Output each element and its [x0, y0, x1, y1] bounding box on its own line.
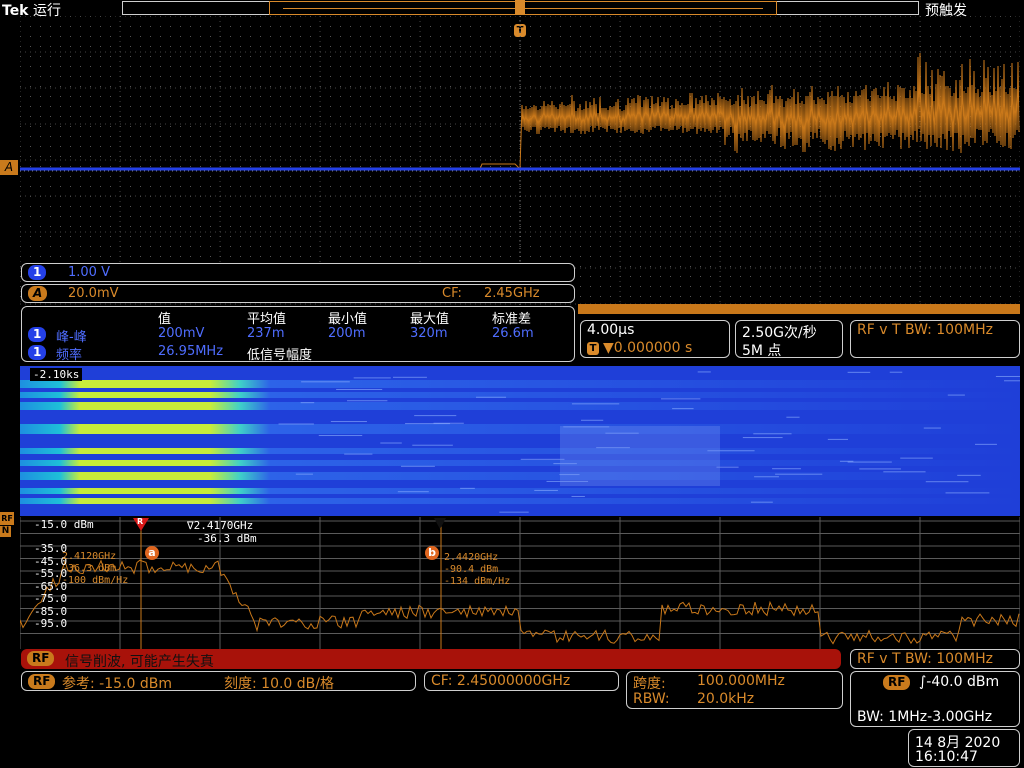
marker-a-level: -36.3 dBm: [62, 563, 117, 574]
ch1-badge: 1: [28, 265, 47, 280]
marker-b-readout: 2.4420GHz -90.4 dBm -134 dBm/Hz: [444, 552, 510, 588]
y-tick-label: -95.0: [34, 617, 68, 630]
spectrogram[interactable]: [20, 366, 1020, 516]
trigger-delay: ▼0.000000 s: [603, 340, 693, 356]
meas2-value: 26.95MHz: [158, 344, 224, 359]
date-time[interactable]: 14 8月 2020 16:10:47: [908, 729, 1020, 767]
y-tick-label: -85.0: [34, 604, 68, 618]
meas-header-max: 最大值: [410, 312, 450, 327]
rf-bw-readout[interactable]: RF v T BW: 100MHz: [850, 649, 1020, 669]
scale-readout: 刻度: 10.0 dB/格: [224, 676, 334, 692]
ref-marker-letter: R: [137, 517, 144, 526]
spectrogram-burst: [560, 426, 720, 486]
marker-a-readout: 2.4120GHz -36.3 dBm -100 dBm/Hz: [62, 551, 128, 587]
record-length: 5M 点: [742, 343, 782, 359]
trigger-rf-badge: RF: [883, 675, 911, 690]
rf-time-bw: RF v T BW: 100MHz: [857, 322, 993, 338]
meas2-note: 低信号幅度: [247, 348, 313, 363]
span-label: 跨度:: [633, 676, 666, 692]
horizontal-scale: 4.00µs: [587, 322, 635, 338]
ch1-scale: 1.00 V: [68, 265, 110, 280]
meas1-value: 200mV: [158, 326, 205, 341]
marker-b-icon[interactable]: b: [425, 546, 439, 560]
meas2-ch-badge: 1: [28, 345, 47, 360]
marker-b-level: -90.4 dBm: [444, 564, 499, 575]
clipping-warning[interactable]: RF 信号削波, 可能产生失真: [21, 649, 841, 670]
marker-a-icon[interactable]: a: [145, 546, 159, 560]
marker-b-density: -134 dBm/Hz: [444, 576, 511, 587]
meas2-name: 频率: [56, 348, 83, 363]
trigger-bandwidth: BW: 1MHz-3.00GHz: [857, 709, 993, 725]
trigger-readout[interactable]: RF ∫-40.0 dBm BW: 1MHz-3.00GHz: [850, 671, 1020, 727]
ref2-freq: ∇2.4170GHz: [187, 519, 254, 532]
marker-a-freq: 2.4120GHz: [62, 551, 117, 562]
trigger-position-icon[interactable]: [515, 0, 525, 14]
meas1-ch-badge: 1: [28, 327, 47, 342]
span-value: 100.000MHz: [697, 673, 785, 689]
ref2-level: -36.3 dBm: [197, 532, 257, 545]
meas1-min: 200m: [328, 326, 366, 341]
marker-a-density: -100 dBm/Hz: [62, 575, 129, 586]
ref-rf-badge: RF: [28, 674, 56, 689]
math-readout[interactable]: A 20.0mV CF: 2.45GHz: [21, 284, 575, 303]
math-channel-marker[interactable]: A: [0, 160, 18, 175]
center-marker-icon: [434, 518, 446, 529]
ch1-readout[interactable]: 1 1.00 V: [21, 263, 575, 282]
meas-header-value: 值: [158, 312, 172, 327]
rbw-value: 20.0kHz: [697, 691, 755, 707]
warning-rf-badge: RF: [27, 651, 55, 666]
meas-header-min: 最小值: [328, 312, 368, 327]
meas1-name: 峰-峰: [56, 330, 87, 345]
center-frequency: CF: 2.45000000GHz: [431, 673, 571, 689]
meas1-std: 26.6m: [492, 326, 534, 341]
y-tick-label: -75.0: [34, 592, 68, 605]
sample-rate: 2.50G次/秒: [742, 325, 817, 341]
trigger-delay-icon: T: [587, 342, 599, 355]
meas-header-std: 标准差: [492, 312, 532, 327]
center-frequency-readout[interactable]: CF: 2.45000000GHz: [424, 671, 619, 691]
rf-marker-icon[interactable]: RF: [0, 512, 14, 525]
math-cf-label: CF:: [442, 286, 462, 301]
rf-time-bar: [578, 304, 1020, 314]
math-cf-value: 2.45GHz: [484, 286, 540, 301]
trigger-level: ∫-40.0 dBm: [919, 674, 1000, 690]
ref-level: -15.0 dBm: [34, 518, 94, 531]
math-scale: 20.0mV: [68, 286, 119, 301]
meas-header-mean: 平均值: [247, 312, 287, 327]
rf-time-readout[interactable]: RF v T BW: 100MHz: [850, 320, 1020, 358]
warning-text: 信号削波, 可能产生失真: [65, 654, 214, 670]
rf-bw-text: RF v T BW: 100MHz: [857, 651, 993, 667]
spectrum-graticule[interactable]: [20, 517, 1020, 649]
marker-b-freq: 2.4420GHz: [444, 552, 499, 563]
ref-level-readout: 参考: -15.0 dBm: [62, 676, 172, 692]
span-rbw-readout[interactable]: 跨度: 100.000MHz RBW: 20.0kHz: [626, 671, 843, 709]
measurement-panel[interactable]: 值 平均值 最小值 最大值 标准差 1 峰-峰 200mV 237m 200m …: [21, 306, 575, 363]
time: 16:10:47: [915, 749, 978, 765]
horizontal-readout[interactable]: 4.00µs T ▼0.000000 s: [580, 320, 730, 358]
meas1-max: 320m: [410, 326, 448, 341]
rf-reference-readout[interactable]: RF 参考: -15.0 dBm 刻度: 10.0 dB/格: [21, 671, 416, 692]
spectrogram-time: -2.10ks: [30, 368, 83, 381]
spectrum-grid: [20, 517, 1020, 649]
rbw-label: RBW:: [633, 691, 670, 707]
acquisition-readout[interactable]: 2.50G次/秒 5M 点: [735, 320, 843, 359]
rf-normal-icon: N: [0, 526, 11, 537]
math-badge: A: [28, 286, 48, 301]
meas1-mean: 237m: [247, 326, 285, 341]
